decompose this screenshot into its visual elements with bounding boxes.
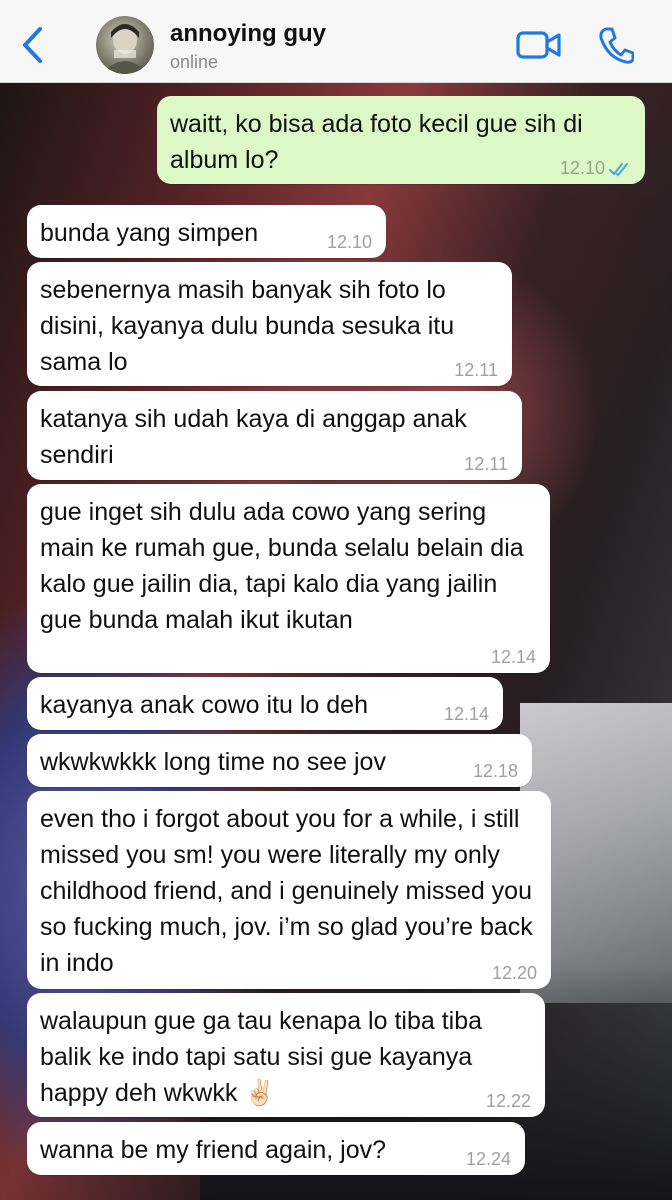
message-bubble-incoming[interactable]: walaupun gue ga tau kenapa lo tiba tiba … xyxy=(27,993,545,1117)
message-text: wkwkwkkk long time no see jov xyxy=(40,748,386,776)
contact-status: online xyxy=(170,52,219,72)
message-bubble-incoming[interactable]: even tho i forgot about you for a while,… xyxy=(27,791,551,989)
message-bubble-incoming[interactable]: kayanya anak cowo itu lo deh 12.14 xyxy=(27,677,503,730)
message-time: 12.11 xyxy=(454,360,498,380)
message-time: 12.11 xyxy=(464,454,508,474)
message-time: 12.18 xyxy=(472,761,518,781)
contact-name[interactable]: annoying guy xyxy=(170,20,326,48)
message-time: 12.10 xyxy=(326,232,372,252)
message-bubble-incoming[interactable]: katanya sih udah kaya di anggap anak sen… xyxy=(27,391,522,480)
message-time: 12.22 xyxy=(485,1091,531,1111)
video-camera-icon[interactable] xyxy=(516,28,562,62)
phone-icon[interactable] xyxy=(598,26,634,64)
message-text: even tho i forgot about you for a while,… xyxy=(40,805,540,977)
message-time: 12.14 xyxy=(443,704,489,724)
read-receipt-icon xyxy=(609,163,628,177)
message-text: sebenernya masih banyak sih foto lo disi… xyxy=(40,276,462,376)
chevron-left-icon[interactable] xyxy=(18,26,48,64)
message-text: bunda yang simpen xyxy=(40,219,259,247)
message-bubble-incoming[interactable]: gue inget sih dulu ada cowo yang sering … xyxy=(27,484,550,673)
message-time: 12.14 xyxy=(490,647,536,667)
message-time: 12.24 xyxy=(465,1149,511,1169)
message-bubble-outgoing[interactable]: waitt, ko bisa ada foto kecil gue sih di… xyxy=(157,96,645,184)
avatar[interactable] xyxy=(96,16,154,74)
message-bubble-incoming[interactable]: sebenernya masih banyak sih foto lo disi… xyxy=(27,262,512,386)
message-text: walaupun gue ga tau kenapa lo tiba tiba … xyxy=(40,1007,489,1107)
message-bubble-incoming[interactable]: wkwkwkkk long time no see jov 12.18 xyxy=(27,734,532,787)
message-text: katanya sih udah kaya di anggap anak sen… xyxy=(40,405,474,469)
message-text: gue inget sih dulu ada cowo yang sering … xyxy=(40,498,531,634)
message-text: kayanya anak cowo itu lo deh xyxy=(40,691,368,719)
message-time: 12.10 xyxy=(559,158,605,178)
chat-header: annoying guy online xyxy=(0,0,672,83)
message-time: 12.20 xyxy=(491,963,537,983)
message-bubble-incoming[interactable]: bunda yang simpen 12.10 xyxy=(27,205,386,258)
message-text: wanna be my friend again, jov? xyxy=(40,1136,387,1164)
message-bubble-incoming[interactable]: wanna be my friend again, jov? 12.24 xyxy=(27,1122,525,1175)
